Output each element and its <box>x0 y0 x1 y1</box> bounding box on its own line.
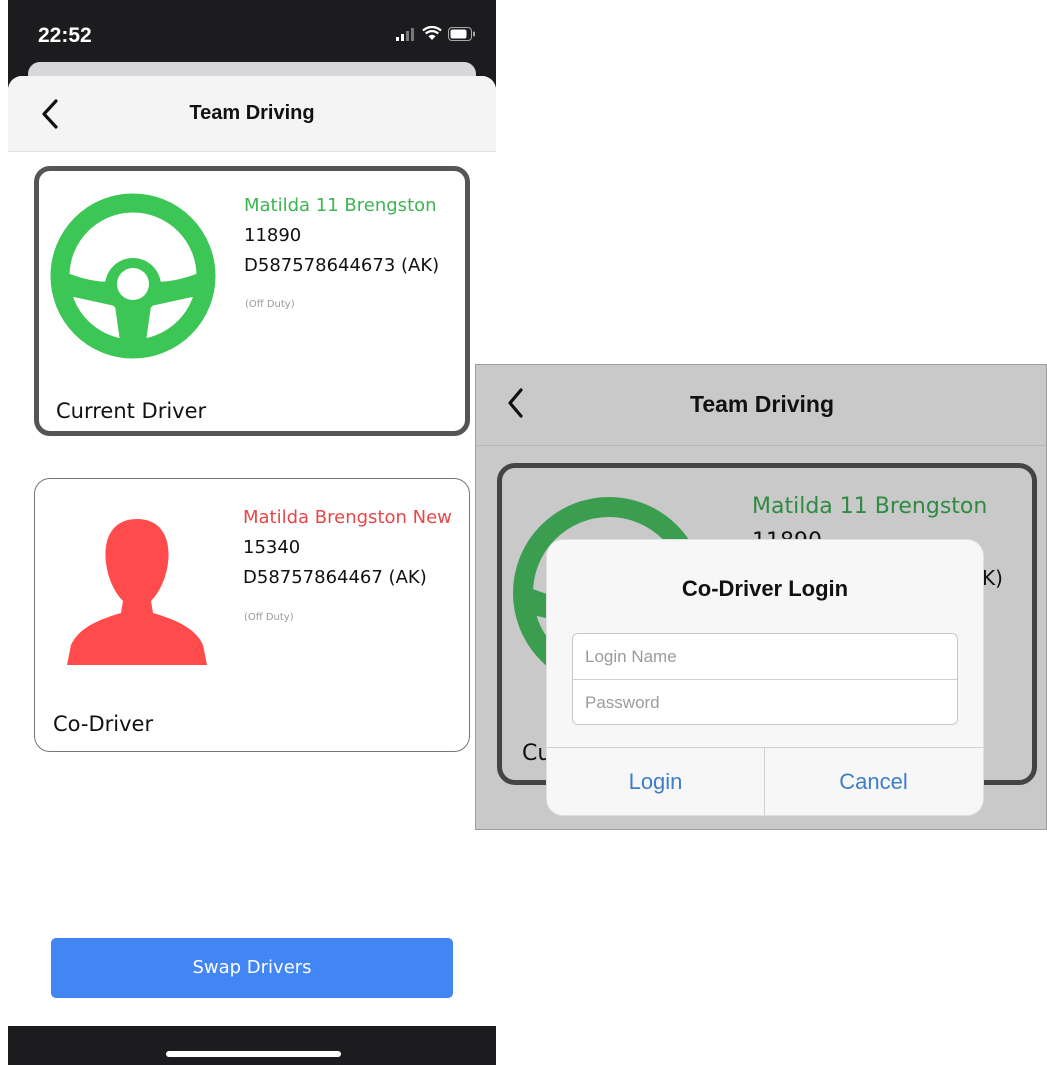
battery-icon <box>448 26 475 41</box>
zoom-license-fragment: K) <box>982 566 1003 590</box>
wifi-icon <box>422 26 442 40</box>
login-name-input[interactable] <box>573 634 957 679</box>
signal-icon <box>396 27 414 41</box>
dialog-actions: Login Cancel <box>547 747 983 815</box>
login-fields <box>572 633 958 725</box>
zoom-page-title: Team Driving <box>690 391 834 417</box>
password-input[interactable] <box>573 680 957 725</box>
cancel-button[interactable]: Cancel <box>765 748 982 815</box>
co-driver-login-dialog: Co-Driver Login Login Cancel <box>547 540 983 815</box>
current-driver-label: Current Driver <box>56 399 207 423</box>
zoom-driver-name: Matilda 11 Brengston <box>752 494 988 519</box>
nav-bar: Team Driving <box>8 76 496 152</box>
home-indicator <box>166 1051 341 1057</box>
team-driving-sheet: Team Driving Matilda 11 Brengston 11890 … <box>8 76 496 1026</box>
current-driver-license: D587578644673 (AK) <box>244 255 440 276</box>
current-driver-status: (Off Duty) <box>245 299 295 310</box>
co-driver-id: 15340 <box>243 537 301 558</box>
co-driver-status: (Off Duty) <box>244 612 294 623</box>
status-bar: 22:52 <box>8 0 496 64</box>
steering-wheel-icon <box>50 193 216 359</box>
zoom-nav-bar: Team Driving <box>476 365 1046 446</box>
co-driver-label: Co-Driver <box>53 712 154 736</box>
login-button[interactable]: Login <box>547 748 764 815</box>
co-driver-name: Matilda Brengston New <box>243 507 452 528</box>
status-icons <box>396 26 476 41</box>
current-driver-name: Matilda 11 Brengston <box>244 195 437 216</box>
swap-drivers-button[interactable]: Swap Drivers <box>51 938 453 998</box>
current-driver-id: 11890 <box>244 225 302 246</box>
page-title: Team Driving <box>189 102 315 124</box>
dialog-title: Co-Driver Login <box>681 576 849 601</box>
phone-screen: 22:52 Team Driving Matilda 11 Brengston … <box>8 0 496 1065</box>
co-driver-license: D58757864467 (AK) <box>243 567 427 588</box>
co-driver-card[interactable]: Matilda Brengston New 15340 D58757864467… <box>34 478 470 752</box>
current-driver-card[interactable]: Matilda 11 Brengston 11890 D587578644673… <box>34 166 470 436</box>
status-time: 22:52 <box>38 24 92 47</box>
person-silhouette-icon <box>67 519 207 665</box>
zoomed-login-view: Team Driving Matilda 11 Brengston 11890 … <box>475 364 1047 830</box>
